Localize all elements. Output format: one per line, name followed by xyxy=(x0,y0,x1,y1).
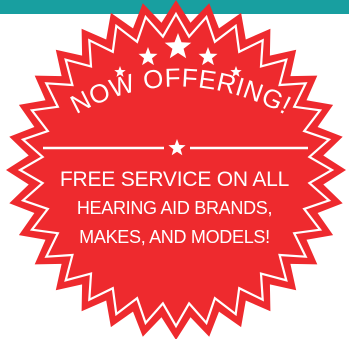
service-line-1: FREE SERVICE ON ALL xyxy=(59,168,290,191)
promo-badge: NOW OFFERING! FREE SERVICE ON ALL HEARIN… xyxy=(0,0,349,339)
service-line-2: HEARING AID BRANDS, xyxy=(76,198,273,218)
service-line-3: MAKES, AND MODELS! xyxy=(79,227,270,247)
